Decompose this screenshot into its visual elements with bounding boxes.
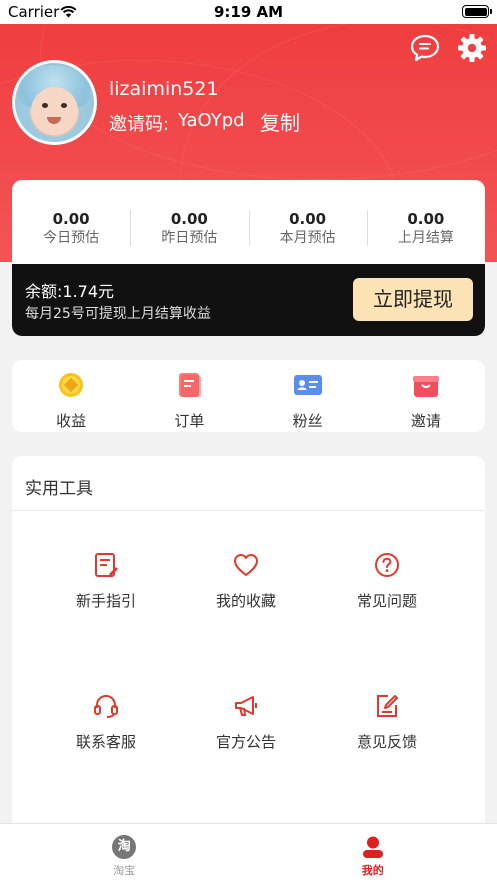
copy-invite-code-button[interactable]: 复制 [260,107,300,136]
quick-links-card: 收益 订单 粉丝 邀请 [12,360,485,432]
quick-link-earnings[interactable]: 收益 [12,360,130,432]
guide-icon [95,553,118,577]
megaphone-icon [235,696,257,716]
quick-link-label: 邀请 [410,412,441,430]
feedback-icon [377,695,398,717]
status-time: 9:19 AM [213,3,284,21]
settings-gear-icon[interactable] [456,32,488,64]
bottom-tab-bar: 淘 淘宝 我的 [0,823,497,883]
divider [12,510,485,511]
tool-beginner-guide[interactable]: 新手指引 [31,552,181,611]
stat-value: 0.00 [170,210,208,228]
stat-value: 0.00 [407,210,445,228]
tab-mine[interactable]: 我的 [249,824,497,883]
tool-label: 我的收藏 [215,592,276,610]
balance-bar: 余额:1.74元 每月25号可提现上月结算收益 立即提现 [12,264,485,336]
tool-official-announcement[interactable]: 官方公告 [171,693,321,752]
tab-label: 淘宝 [113,864,136,877]
gift-icon [412,376,439,397]
stat-value: 0.00 [52,210,90,228]
stat-label: 昨日预估 [161,230,218,246]
tool-my-favorites[interactable]: 我的收藏 [171,552,321,611]
stat-yesterday-estimate: 0.00 昨日预估 [130,210,248,250]
order-icon [179,373,202,397]
tab-label: 我的 [361,864,384,877]
tool-label: 常见问题 [356,592,417,610]
stat-today-estimate: 0.00 今日预估 [12,210,130,250]
battery-icon [462,5,492,18]
tab-taobao[interactable]: 淘 淘宝 [0,824,249,883]
withdraw-now-button[interactable]: 立即提现 [353,278,473,321]
status-bar: Carrier 9:19 AM [0,0,497,24]
withdraw-note: 每月25号可提现上月结算收益 [25,306,211,322]
tools-card: 实用工具 新手指引 我的收藏 常见问题 联系客服 官方公告 意见反馈 [12,456,485,866]
tools-section-title: 实用工具 [25,479,93,499]
tool-label: 新手指引 [75,592,136,610]
username: lizaimin521 [109,78,219,100]
stat-month-estimate: 0.00 本月预估 [248,210,367,250]
tool-label: 官方公告 [215,733,276,751]
tool-label: 联系客服 [75,733,136,751]
tool-contact-support[interactable]: 联系客服 [31,693,181,752]
profile-icon [362,836,383,858]
quick-link-orders[interactable]: 订单 [130,360,248,432]
quick-link-label: 订单 [174,412,205,430]
avatar[interactable] [12,60,97,145]
tool-faq[interactable]: 常见问题 [312,552,462,611]
stat-label: 上月结算 [397,230,454,246]
quick-link-fans[interactable]: 粉丝 [249,360,367,432]
coin-icon [59,373,84,397]
quick-link-invite[interactable]: 邀请 [367,360,485,432]
stat-label: 今日预估 [43,230,100,246]
stat-value: 0.00 [289,210,327,228]
invite-code-value: YaOYpd [178,110,245,131]
headset-icon [94,694,118,718]
tool-label: 意见反馈 [356,733,417,751]
stat-label: 本月预估 [279,230,336,246]
tool-feedback[interactable]: 意见反馈 [312,693,462,752]
message-icon[interactable] [409,32,441,64]
balance-amount: 余额:1.74元 [25,282,115,301]
quick-link-label: 收益 [56,412,87,430]
taobao-icon: 淘 [112,835,137,859]
earnings-stats-card: 0.00 今日预估 0.00 昨日预估 0.00 本月预估 0.00 上月结算 … [12,180,485,336]
invite-code-label: 邀请码: [109,114,170,135]
fans-icon [293,375,322,395]
heart-icon [234,554,258,576]
quick-link-label: 粉丝 [292,412,323,430]
stat-last-month-settled: 0.00 上月结算 [366,210,485,250]
question-icon [375,553,399,577]
taobao-glyph: 淘 [117,839,131,854]
